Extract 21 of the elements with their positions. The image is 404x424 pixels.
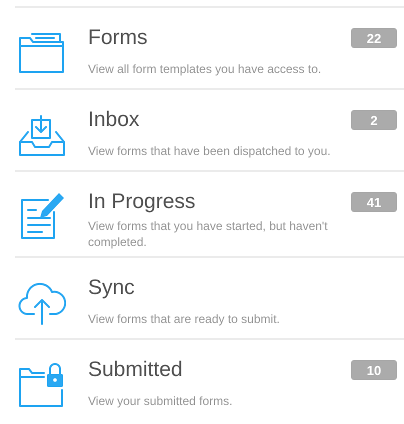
item-title: Submitted: [88, 357, 183, 383]
item-description: View your submitted forms.: [88, 393, 234, 409]
locked-folder-icon: [18, 360, 66, 408]
menu-item[interactable]: Submitted 10 View your submitted forms.: [15, 338, 404, 420]
menu-item[interactable]: Inbox 2 View forms that have been dispatched to you.: [15, 88, 404, 170]
item-title: In Progress: [88, 189, 196, 215]
item-description: View forms that are ready to submit.: [88, 311, 281, 327]
item-title: Forms: [88, 25, 148, 51]
count-badge: 41: [351, 192, 397, 212]
count-badge: 22: [351, 28, 397, 48]
item-title: Sync: [88, 275, 135, 301]
document-pencil-icon: [18, 192, 66, 240]
count-badge: 2: [351, 110, 397, 130]
count-badge: 10: [351, 360, 397, 380]
menu-item[interactable]: In Progress 41 View forms that you have started, but haven't completed.: [15, 170, 404, 256]
item-title: Inbox: [88, 107, 140, 133]
menu-item[interactable]: Sync View forms that are ready to submit.: [15, 256, 404, 338]
menu-item[interactable]: Forms 22 View all form templates you have access to.: [15, 6, 404, 88]
item-description: View all form templates you have access to.: [88, 61, 322, 77]
item-description: View forms that you have started, but haven't completed.: [88, 218, 329, 250]
item-description: View forms that have been dispatched to you.: [88, 143, 332, 159]
